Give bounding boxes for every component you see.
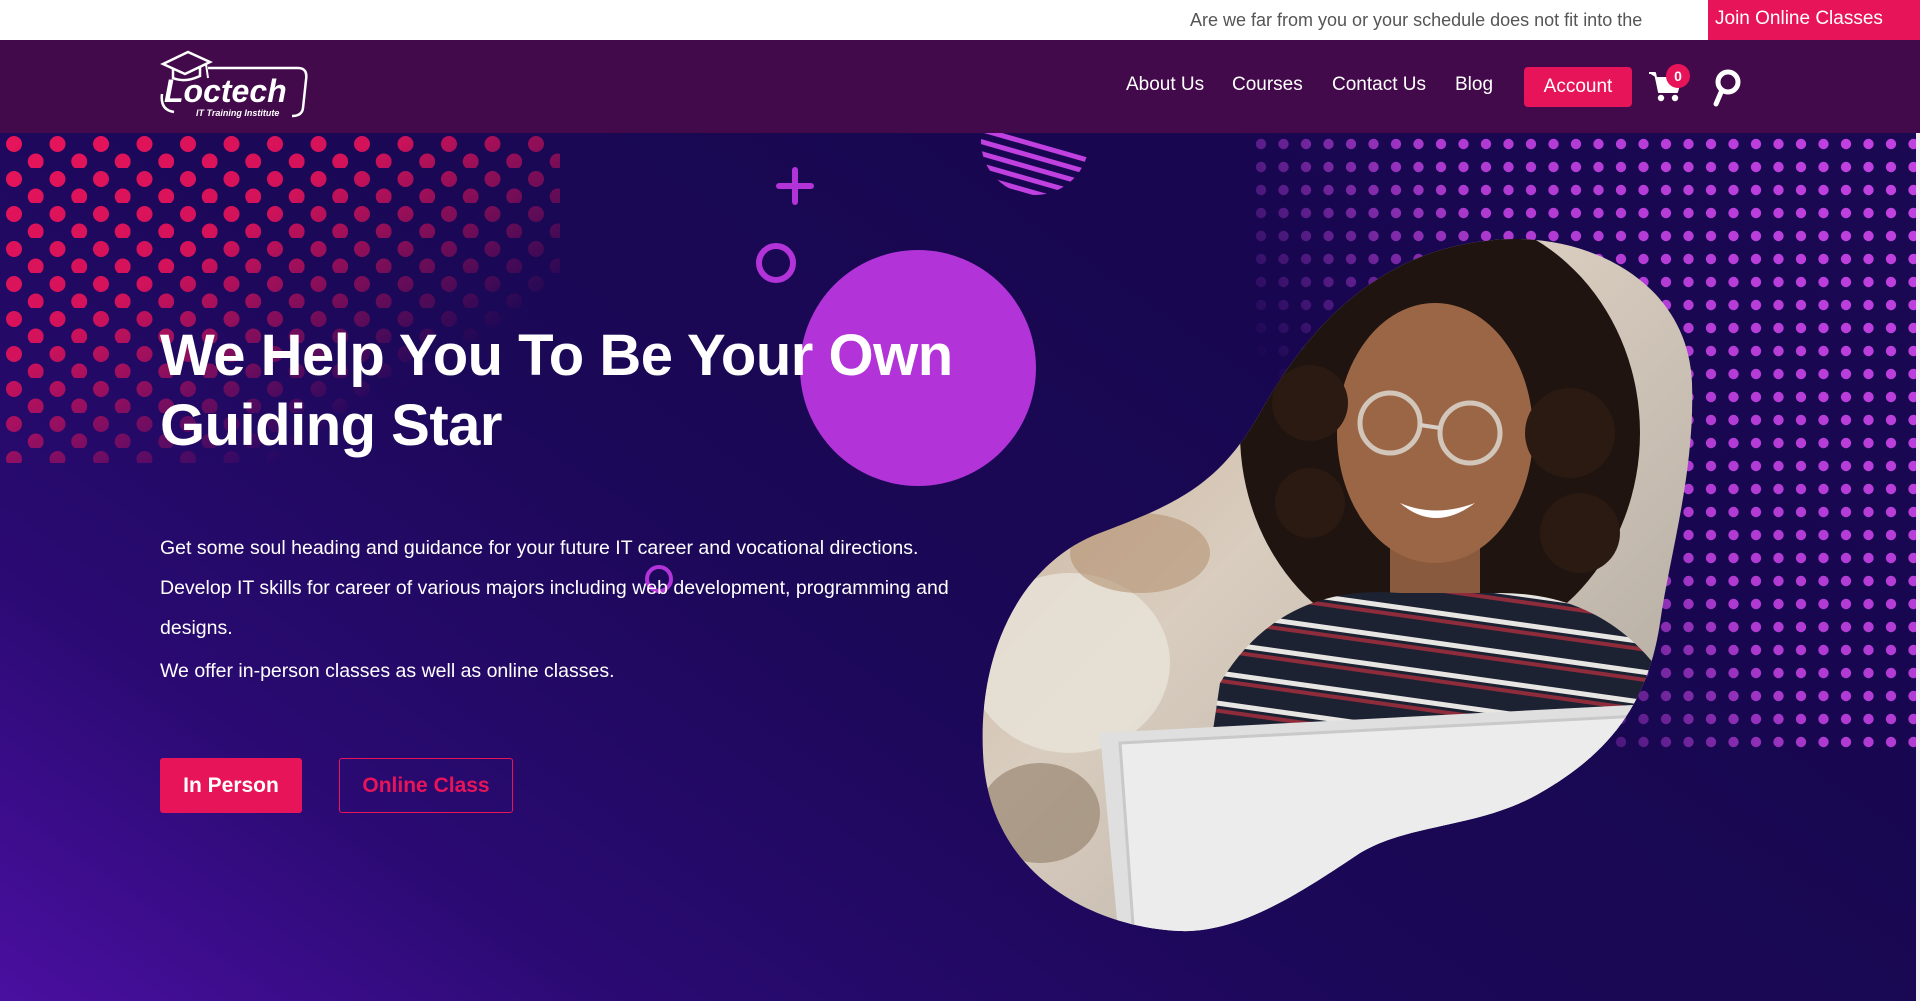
headline-line-1: We Help You To Be Your Own bbox=[160, 323, 953, 388]
join-online-classes-button[interactable]: Join Online Classes bbox=[1708, 0, 1920, 40]
in-person-button[interactable]: In Person bbox=[160, 758, 302, 813]
hero-description: Get some soul heading and guidance for y… bbox=[160, 537, 949, 639]
nav-about-us[interactable]: About Us bbox=[1126, 74, 1204, 96]
plus-decoration bbox=[776, 167, 814, 205]
headline-line-2: Guiding Star bbox=[160, 393, 503, 458]
hero-headline: We Help You To Be Your Own Guiding Star bbox=[160, 321, 980, 461]
nav-blog[interactable]: Blog bbox=[1455, 74, 1493, 96]
striped-circle-decoration bbox=[981, 133, 1089, 195]
brand-tagline: IT Training Institute bbox=[196, 108, 279, 118]
page-edge bbox=[1916, 133, 1920, 1002]
announcement-text: Are we far from you or your schedule doe… bbox=[1190, 10, 1643, 30]
announcement-bar: Are we far from you or your schedule doe… bbox=[0, 0, 1920, 40]
cart-count-badge: 0 bbox=[1666, 64, 1690, 88]
hero-section: We Help You To Be Your Own Guiding Star … bbox=[0, 133, 1920, 1002]
online-class-button[interactable]: Online Class bbox=[339, 758, 513, 813]
search-icon[interactable] bbox=[1712, 68, 1744, 108]
site-logo[interactable]: Loctech IT Training Institute bbox=[160, 48, 310, 124]
ring-decoration bbox=[756, 243, 796, 283]
nav-contact-us[interactable]: Contact Us bbox=[1332, 74, 1426, 96]
brand-name: Loctech bbox=[164, 73, 287, 109]
account-button[interactable]: Account bbox=[1524, 67, 1632, 107]
site-header: Loctech IT Training Institute About Us C… bbox=[0, 40, 1920, 133]
graduation-cap-icon: Loctech IT Training Institute bbox=[160, 50, 308, 118]
hero-description-secondary: We offer in-person classes as well as on… bbox=[160, 660, 615, 682]
nav-courses[interactable]: Courses bbox=[1232, 74, 1303, 96]
hero-image bbox=[982, 238, 1693, 932]
